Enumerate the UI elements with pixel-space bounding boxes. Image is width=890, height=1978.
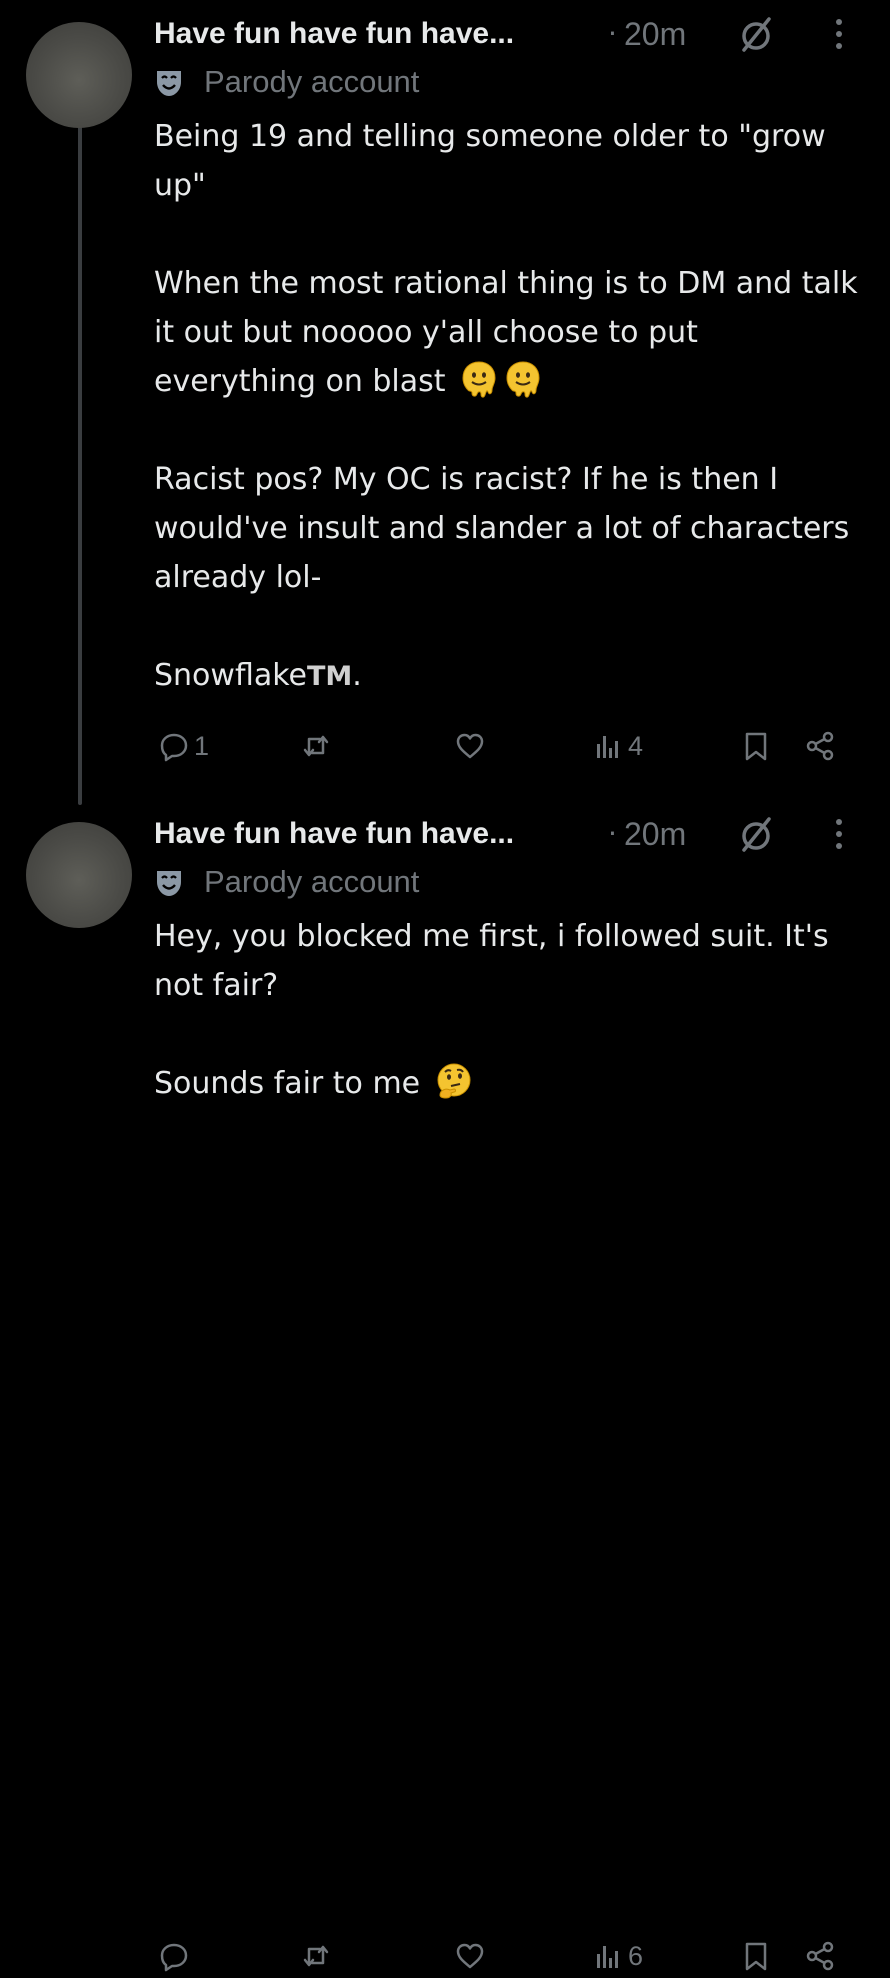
action-bar: 1 4 [154,724,854,768]
separator-dot: · [608,817,617,850]
action-bar: 6 [154,1934,854,1978]
repost-button[interactable] [300,1934,336,1978]
parody-label: Parody account [204,64,420,99]
avatar[interactable] [26,822,132,928]
post-text: Being 19 and telling someone older to "g… [154,112,864,701]
more-options-icon[interactable] [824,14,854,54]
heart-icon [456,733,484,759]
share-button[interactable] [804,724,836,768]
bookmark-icon [745,1942,767,1971]
views-count: 4 [628,730,644,761]
post-1[interactable]: Have fun have fun have... · 20m Parody a… [0,0,890,800]
post-paragraph: Snowflake [154,658,307,693]
reply-button[interactable] [158,1934,194,1978]
reply-icon [160,1943,188,1972]
repost-button[interactable] [300,724,336,768]
share-button[interactable] [804,1934,836,1978]
share-icon [806,731,834,761]
timestamp[interactable]: 20m [624,14,686,54]
post-2[interactable]: Have fun have fun have... · 20m Parody a… [0,800,890,1972]
views-chart-icon [597,1946,618,1968]
like-button[interactable] [454,724,490,768]
views-button[interactable]: 4 [592,724,643,768]
author-name[interactable]: Have fun have fun have... [154,814,514,854]
parody-label: Parody account [204,864,420,899]
melting-face-emoji-icon [462,361,496,398]
post-text: Hey, you blocked me first, i followed su… [154,912,864,1108]
trademark-mark: TM [307,661,353,692]
timestamp[interactable]: 20m [624,814,686,854]
theater-mask-icon [157,871,181,896]
separator-dot: · [608,17,617,50]
post-paragraph: Sounds fair to me [154,1066,421,1101]
heart-icon [456,1943,484,1969]
views-button[interactable]: 6 [592,1934,643,1978]
theater-mask-icon [157,71,181,96]
repost-icon [303,1945,329,1967]
thinking-face-emoji-icon [437,1063,471,1099]
like-button[interactable] [454,1934,490,1978]
author-name[interactable]: Have fun have fun have... [154,14,514,54]
post-paragraph: Racist pos? My OC is racist? If he is th… [154,462,859,595]
bookmark-icon [745,732,767,761]
reply-icon [160,733,188,762]
melting-face-emoji-icon [506,361,540,398]
reply-button[interactable]: 1 [158,724,209,768]
reply-count: 1 [194,730,210,761]
grok-icon[interactable] [736,14,776,54]
post-paragraph: Hey, you blocked me first, i followed su… [154,919,839,1003]
repost-icon [303,735,329,757]
post-paragraph: Being 19 and telling someone older to "g… [154,119,836,203]
bookmark-button[interactable] [740,724,772,768]
avatar[interactable] [26,22,132,128]
views-chart-icon [597,736,618,758]
period: . [352,658,362,693]
more-options-icon[interactable] [824,814,854,854]
views-count: 6 [628,1940,644,1971]
share-icon [806,1941,834,1971]
grok-icon[interactable] [736,814,776,854]
bookmark-button[interactable] [740,1934,772,1978]
